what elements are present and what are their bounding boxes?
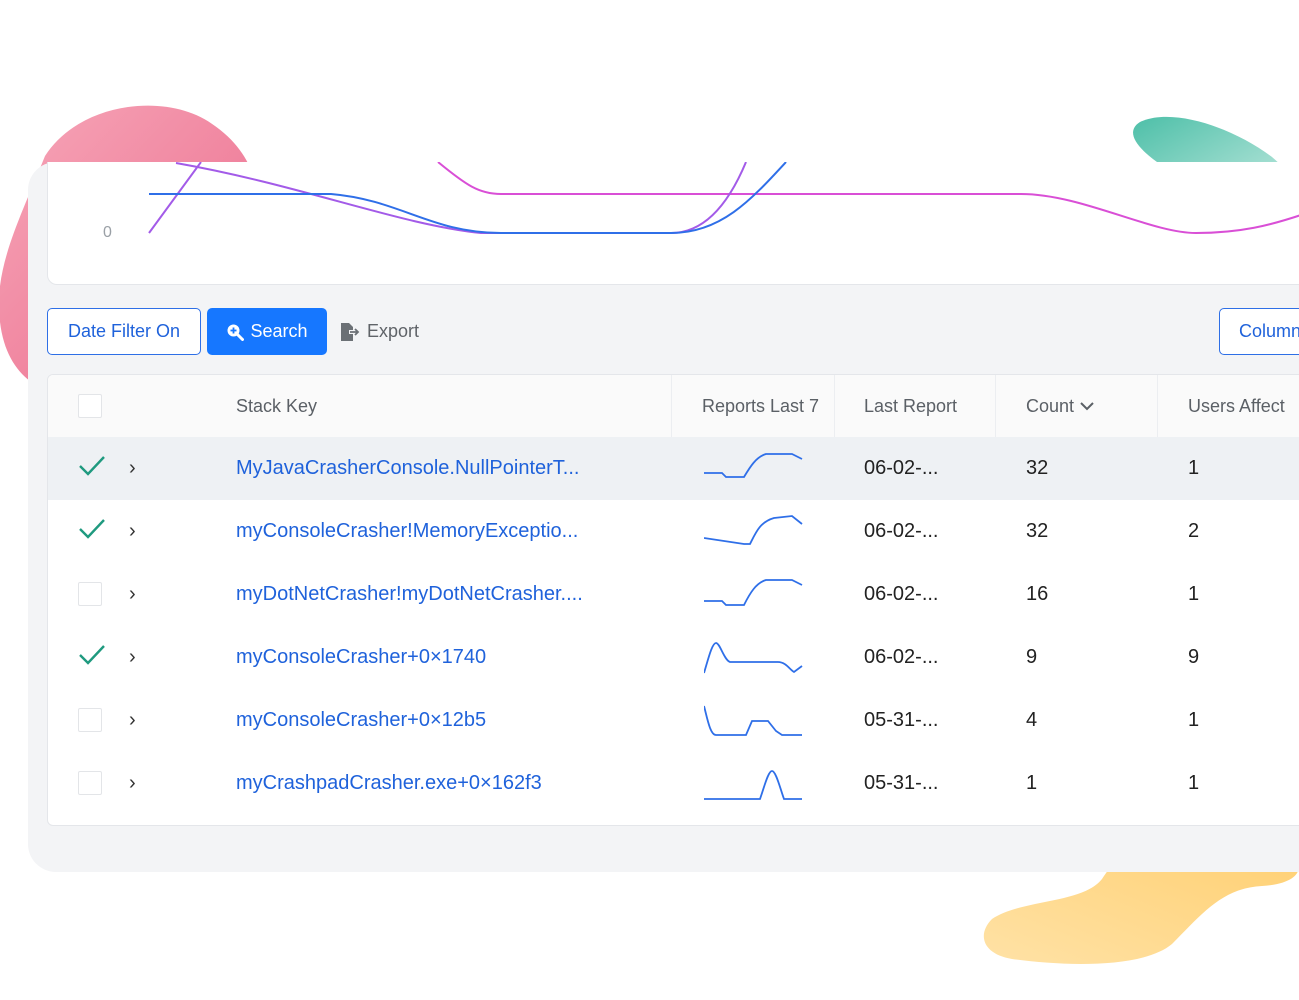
expand-row-chevron-icon[interactable]: › <box>129 457 136 480</box>
table-row[interactable]: › myDotNetCrasher!myDotNetCrasher.... 06… <box>48 563 1299 626</box>
last-report-value: 06-02-... <box>864 583 939 605</box>
reports-sparkline <box>704 770 802 800</box>
reports-sparkline <box>704 579 803 606</box>
last-report-value: 06-02-... <box>864 457 939 479</box>
table-row[interactable]: › myConsoleCrasher!MemoryExceptio... 06-… <box>48 500 1299 563</box>
columns-button[interactable]: Column <box>1219 308 1299 355</box>
header-separator <box>671 375 672 437</box>
header-reports-last-7[interactable]: Reports Last 7 <box>702 375 819 437</box>
columns-label: Column <box>1239 321 1299 341</box>
search-icon <box>227 324 245 341</box>
count-value: 9 <box>1026 646 1038 668</box>
header-separator <box>995 375 996 437</box>
header-last-report[interactable]: Last Report <box>864 375 957 437</box>
stack-key-link[interactable]: myConsoleCrasher+0×1740 <box>236 626 486 689</box>
date-filter-label: Date Filter On <box>67 321 181 341</box>
count-value: 32 <box>1026 457 1049 479</box>
count-value: 1 <box>1026 772 1038 794</box>
table-row[interactable]: › myCrashpadCrasher.exe+0×162f3 05-31-..… <box>48 752 1299 815</box>
users-affected-value: 2 <box>1188 520 1200 542</box>
crash-stack-table: Stack Key Reports Last 7 Last Report Cou… <box>47 374 1299 826</box>
reports-sparkline <box>704 642 803 674</box>
date-filter-button[interactable]: Date Filter On <box>47 308 201 355</box>
export-button[interactable]: Export <box>336 308 428 355</box>
select-all-checkbox[interactable] <box>78 394 102 418</box>
header-separator <box>1157 375 1158 437</box>
expand-row-chevron-icon[interactable]: › <box>129 772 136 795</box>
users-affected-value: 1 <box>1188 709 1200 731</box>
row-checkmark-icon[interactable] <box>78 518 106 540</box>
stack-key-link[interactable]: MyJavaCrasherConsole.NullPointerT... <box>236 437 579 500</box>
header-stack-key[interactable]: Stack Key <box>236 375 317 437</box>
trend-chart <box>47 162 1299 285</box>
row-checkmark-icon[interactable] <box>78 644 106 666</box>
users-affected-value: 9 <box>1188 646 1200 668</box>
export-label: Export <box>367 321 420 341</box>
reports-sparkline <box>704 705 802 736</box>
row-checkmark-icon[interactable] <box>78 455 106 477</box>
stack-key-link[interactable]: myCrashpadCrasher.exe+0×162f3 <box>236 752 542 815</box>
trend-line-magenta <box>437 162 1299 235</box>
count-value: 16 <box>1026 583 1049 605</box>
last-report-value: 05-31-... <box>864 772 939 794</box>
stack-key-link[interactable]: myDotNetCrasher!myDotNetCrasher.... <box>236 563 583 626</box>
trend-chart-lines <box>148 162 1299 235</box>
trend-line-purple <box>148 162 747 234</box>
search-button[interactable]: Search <box>207 308 327 355</box>
header-users-affected[interactable]: Users Affect <box>1188 375 1285 437</box>
expand-row-chevron-icon[interactable]: › <box>129 709 136 732</box>
stack-key-link[interactable]: myConsoleCrasher!MemoryExceptio... <box>236 500 578 563</box>
expand-row-chevron-icon[interactable]: › <box>129 583 136 606</box>
last-report-value: 05-31-... <box>864 709 939 731</box>
export-icon <box>341 322 360 341</box>
last-report-value: 06-02-... <box>864 520 939 542</box>
header-count[interactable]: Count <box>1026 375 1095 437</box>
stack-key-link[interactable]: myConsoleCrasher+0×12b5 <box>236 689 486 752</box>
last-report-value: 06-02-... <box>864 646 939 668</box>
header-count-label: Count <box>1026 395 1075 416</box>
table-row[interactable]: › MyJavaCrasherConsole.NullPointerT... 0… <box>48 437 1299 500</box>
expand-row-chevron-icon[interactable]: › <box>129 646 136 669</box>
users-affected-value: 1 <box>1188 457 1200 479</box>
count-value: 4 <box>1026 709 1038 731</box>
header-separator <box>834 375 835 437</box>
search-label: Search <box>250 321 308 341</box>
users-affected-value: 1 <box>1188 583 1200 605</box>
row-checkbox[interactable] <box>78 582 102 606</box>
table-header: Stack Key Reports Last 7 Last Report Cou… <box>48 375 1299 438</box>
sort-chevron-down-icon <box>1080 402 1094 411</box>
users-affected-value: 1 <box>1188 772 1200 794</box>
table-row[interactable]: › myConsoleCrasher+0×12b5 05-31-... 4 1 <box>48 689 1299 752</box>
count-value: 32 <box>1026 520 1049 542</box>
trend-line-blue <box>149 162 787 234</box>
row-checkbox[interactable] <box>78 708 102 732</box>
reports-sparkline <box>704 453 803 478</box>
reports-sparkline <box>704 515 803 545</box>
chart-y-tick: 0 <box>103 224 112 241</box>
table-row[interactable]: › myConsoleCrasher+0×1740 06-02-... 9 9 <box>48 626 1299 689</box>
row-checkbox[interactable] <box>78 771 102 795</box>
expand-row-chevron-icon[interactable]: › <box>129 520 136 543</box>
